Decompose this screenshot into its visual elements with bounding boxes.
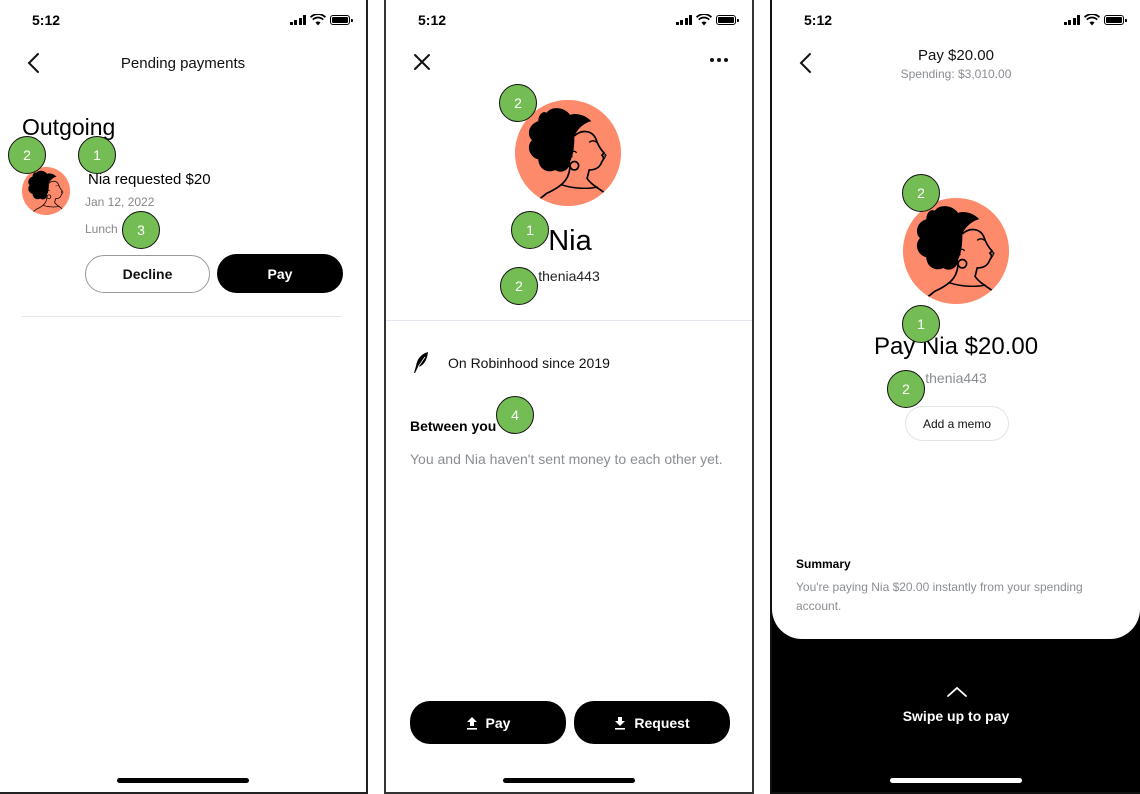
request-button-label: Request <box>634 714 690 731</box>
annotation-badge: 3 <box>122 211 160 249</box>
battery-icon <box>330 15 353 25</box>
wifi-icon <box>310 14 326 26</box>
avatar[interactable] <box>22 167 70 215</box>
status-bar: 5:12 <box>772 0 1140 40</box>
request-title: Nia requested $20 <box>88 171 211 188</box>
pending-payments-screen: 5:12 Pending payments Outgoing 2 1 Nia r… <box>0 0 368 794</box>
wifi-icon <box>696 14 712 26</box>
annotation-badge: 1 <box>78 136 116 174</box>
avatar-illustration <box>22 167 70 215</box>
annotation-badge: 1 <box>902 305 940 343</box>
status-icons <box>675 14 739 26</box>
status-time: 5:12 <box>32 12 61 28</box>
profile-handle: thenia443 <box>538 268 600 284</box>
between-you-text: You and Nia haven't sent money to each o… <box>410 451 723 467</box>
battery-icon <box>1104 15 1127 25</box>
profile-name: Nia <box>548 225 592 257</box>
annotation-badge: 2 <box>887 370 925 408</box>
battery-icon <box>716 15 739 25</box>
status-time: 5:12 <box>418 12 447 28</box>
decline-button[interactable]: Decline <box>85 255 210 293</box>
pay-button[interactable]: Pay <box>410 701 566 744</box>
recipient-handle: thenia443 <box>925 370 987 386</box>
status-time: 5:12 <box>804 12 833 28</box>
signal-icon <box>289 15 306 25</box>
recipient-avatar <box>903 198 1009 304</box>
status-icons <box>1063 14 1127 26</box>
signal-icon <box>675 15 692 25</box>
upload-arrow-icon <box>466 716 477 730</box>
swipe-up-to-pay[interactable]: Swipe up to pay <box>772 708 1140 724</box>
payment-sheet: 5:12 Pay $20.00 Spending: $3,010.00 2 Pa… <box>772 0 1140 639</box>
request-memo: Lunch <box>85 222 118 236</box>
wifi-icon <box>1084 14 1100 26</box>
spending-balance: Spending: $3,010.00 <box>900 67 1012 81</box>
home-indicator <box>503 778 635 783</box>
pay-button-label: Pay <box>485 714 511 731</box>
annotation-badge: 2 <box>500 267 538 305</box>
request-button[interactable]: Request <box>574 701 730 744</box>
summary-text: You're paying Nia $20.00 instantly from … <box>796 580 1083 613</box>
nav-title: Pending payments <box>120 55 246 72</box>
home-indicator <box>117 778 249 783</box>
download-arrow-icon <box>615 716 626 730</box>
add-memo-button[interactable]: Add a memo <box>905 406 1009 441</box>
signal-icon <box>1063 15 1080 25</box>
request-date: Jan 12, 2022 <box>85 195 155 209</box>
status-bar: 5:12 <box>386 0 752 40</box>
member-since-text: On Robinhood since 2019 <box>448 355 610 371</box>
payment-amount-title: Pay Nia $20.00 <box>873 333 1039 360</box>
more-options-icon[interactable] <box>710 58 728 62</box>
divider <box>386 320 752 321</box>
annotation-badge: 2 <box>8 136 46 174</box>
chevron-up-icon <box>947 686 967 697</box>
annotation-badge: 2 <box>499 84 537 122</box>
annotation-badge: 4 <box>496 396 534 434</box>
status-bar: 5:12 <box>0 0 366 40</box>
avatar-illustration <box>903 198 1009 304</box>
pay-confirmation-screen: 5:12 Pay $20.00 Spending: $3,010.00 2 Pa… <box>770 0 1140 794</box>
annotation-badge: 2 <box>902 174 940 212</box>
status-icons <box>289 14 353 26</box>
pay-button[interactable]: Pay <box>217 254 343 293</box>
robinhood-feather-icon <box>414 352 428 373</box>
annotation-badge: 1 <box>511 211 549 249</box>
close-icon[interactable] <box>412 52 432 72</box>
between-you-heading: Between you <box>410 418 497 434</box>
summary-heading: Summary <box>796 557 851 571</box>
divider <box>22 316 342 317</box>
home-indicator <box>890 778 1022 783</box>
profile-screen: 5:12 2 Nia 1 thenia443 2 On Robinhood si… <box>384 0 754 794</box>
nav-title: Pay $20.00 <box>918 47 994 64</box>
